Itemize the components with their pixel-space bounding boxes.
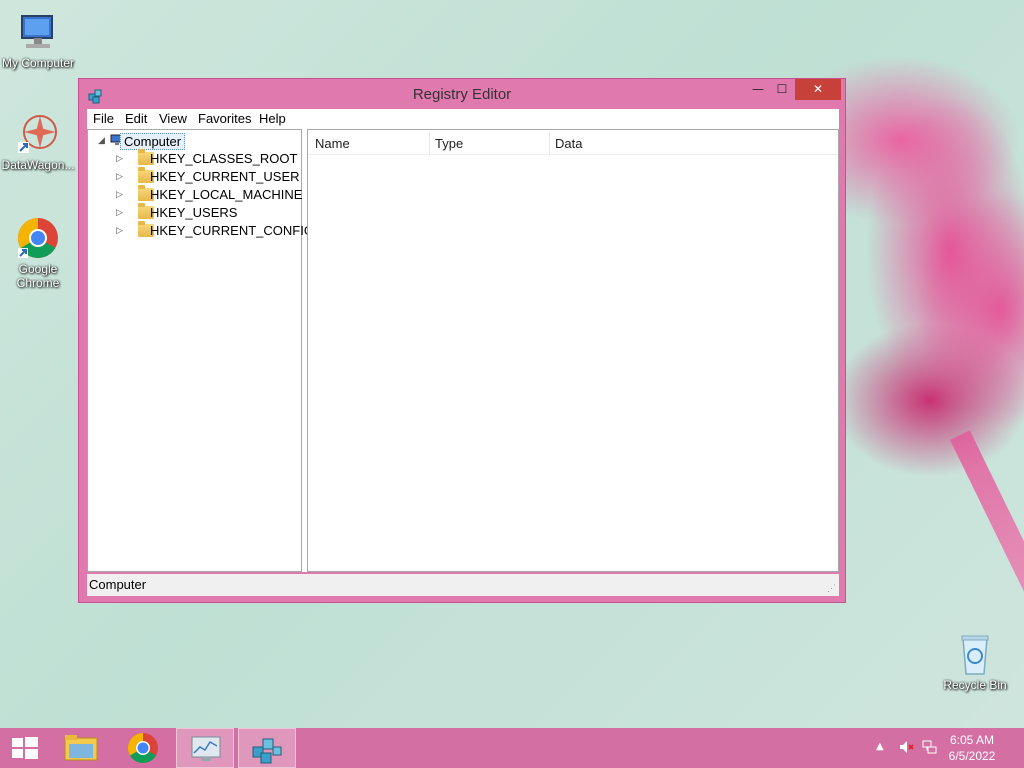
- show-hidden-icons-chevron-icon[interactable]: ▲: [876, 741, 884, 752]
- tree-item-label: HKEY_USERS: [150, 205, 238, 220]
- clock-date[interactable]: 6/5/2022: [942, 749, 1002, 763]
- registry-editor-window: Registry Editor — ☐ ✕ File Edit View Fav…: [78, 78, 846, 603]
- status-bar: Computer ⋰: [87, 574, 839, 596]
- network-icon[interactable]: [922, 739, 938, 758]
- column-separator[interactable]: [549, 132, 550, 154]
- expand-arrow-icon[interactable]: ▷: [116, 189, 126, 201]
- status-path: Computer: [89, 577, 147, 592]
- desktop-icon-label: Recycle Bin: [943, 678, 1007, 692]
- maximize-button[interactable]: ☐: [767, 79, 797, 100]
- start-button[interactable]: [0, 728, 50, 768]
- tree-item-label: HKEY_CURRENT_CONFIG: [150, 223, 314, 238]
- column-header-data[interactable]: Data: [555, 136, 582, 151]
- menu-favorites[interactable]: Favorites: [198, 111, 251, 126]
- menu-edit[interactable]: Edit: [125, 111, 147, 126]
- tree-item-label: HKEY_LOCAL_MACHINE: [150, 187, 303, 202]
- tree-item-hkey-classes-root[interactable]: ▷ HKEY_CLASSES_ROOT: [116, 149, 298, 168]
- tree-item-label: HKEY_CLASSES_ROOT: [150, 151, 298, 166]
- tree-item-hkey-local-machine[interactable]: ▷ HKEY_LOCAL_MACHINE: [116, 185, 302, 204]
- desktop-icon-google-chrome[interactable]: Google Chrome: [0, 216, 76, 290]
- expand-arrow-icon[interactable]: ▷: [116, 225, 126, 237]
- tree-item-hkey-users[interactable]: ▷ HKEY_USERS: [116, 203, 296, 222]
- monitor-chart-icon: [191, 736, 221, 761]
- taskbar-google-chrome[interactable]: [114, 728, 172, 768]
- taskbar-registry-editor[interactable]: [238, 728, 296, 768]
- chrome-icon: [127, 733, 158, 764]
- desktop-icon-my-computer[interactable]: My Computer: [0, 10, 76, 70]
- computer-icon: [16, 10, 60, 54]
- menu-bar: File Edit View Favorites Help: [87, 109, 839, 129]
- menu-help[interactable]: Help: [259, 111, 286, 126]
- menu-file[interactable]: File: [93, 111, 114, 126]
- title-bar[interactable]: Registry Editor — ☐ ✕: [79, 79, 845, 109]
- folder-icon: [64, 735, 98, 761]
- windows-logo-icon: [12, 737, 38, 759]
- desktop-icon-label: DataWagon...: [1, 158, 75, 172]
- column-separator[interactable]: [429, 132, 430, 154]
- regedit-icon: [252, 738, 282, 764]
- tree-item-label: Computer: [120, 133, 186, 150]
- speaker-muted-icon[interactable]: [898, 739, 914, 758]
- desktop-icon-label: My Computer: [1, 56, 75, 70]
- desktop-icon-datawagon[interactable]: DataWagon...: [0, 112, 76, 172]
- window-title: Registry Editor: [412, 86, 512, 103]
- tree-item-hkey-current-config[interactable]: ▷ HKEY_CURRENT_CONFIG: [116, 221, 314, 240]
- resize-grip-icon[interactable]: ⋰: [827, 583, 836, 594]
- recycle-bin-icon: [953, 632, 997, 676]
- desktop-icon-recycle-bin[interactable]: Recycle Bin: [937, 632, 1013, 692]
- chrome-icon: [16, 216, 60, 260]
- menu-view[interactable]: View: [159, 111, 187, 126]
- collapse-arrow-icon[interactable]: ◢: [98, 135, 108, 147]
- taskbar-file-explorer[interactable]: [53, 728, 111, 768]
- expand-arrow-icon[interactable]: ▷: [116, 153, 126, 165]
- tree-item-label: HKEY_CURRENT_USER: [150, 169, 300, 184]
- header-divider: [308, 154, 838, 155]
- taskbar: ▲ 6:05 AM 6/5/2022: [0, 728, 1024, 768]
- desktop-icon-label: Google Chrome: [16, 262, 60, 290]
- clock-time[interactable]: 6:05 AM: [942, 733, 1002, 747]
- column-header-name[interactable]: Name: [315, 136, 350, 151]
- tree-item-hkey-current-user[interactable]: ▷ HKEY_CURRENT_USER: [116, 167, 300, 186]
- column-header-type[interactable]: Type: [435, 136, 463, 151]
- expand-arrow-icon[interactable]: ▷: [116, 171, 126, 183]
- client-area: ◢ Computer ▷ HKEY_CLASSES_ROOT ▷ HKEY_CU…: [87, 129, 839, 572]
- registry-tree-pane[interactable]: ◢ Computer ▷ HKEY_CLASSES_ROOT ▷ HKEY_CU…: [87, 129, 314, 572]
- taskbar-performance-monitor[interactable]: [176, 728, 234, 768]
- tree-item-computer[interactable]: ◢ Computer: [98, 132, 288, 150]
- expand-arrow-icon[interactable]: ▷: [116, 207, 126, 219]
- datawagon-icon: [16, 112, 60, 156]
- registry-values-pane[interactable]: Name Type Data: [307, 129, 839, 572]
- close-button[interactable]: ✕: [795, 79, 841, 100]
